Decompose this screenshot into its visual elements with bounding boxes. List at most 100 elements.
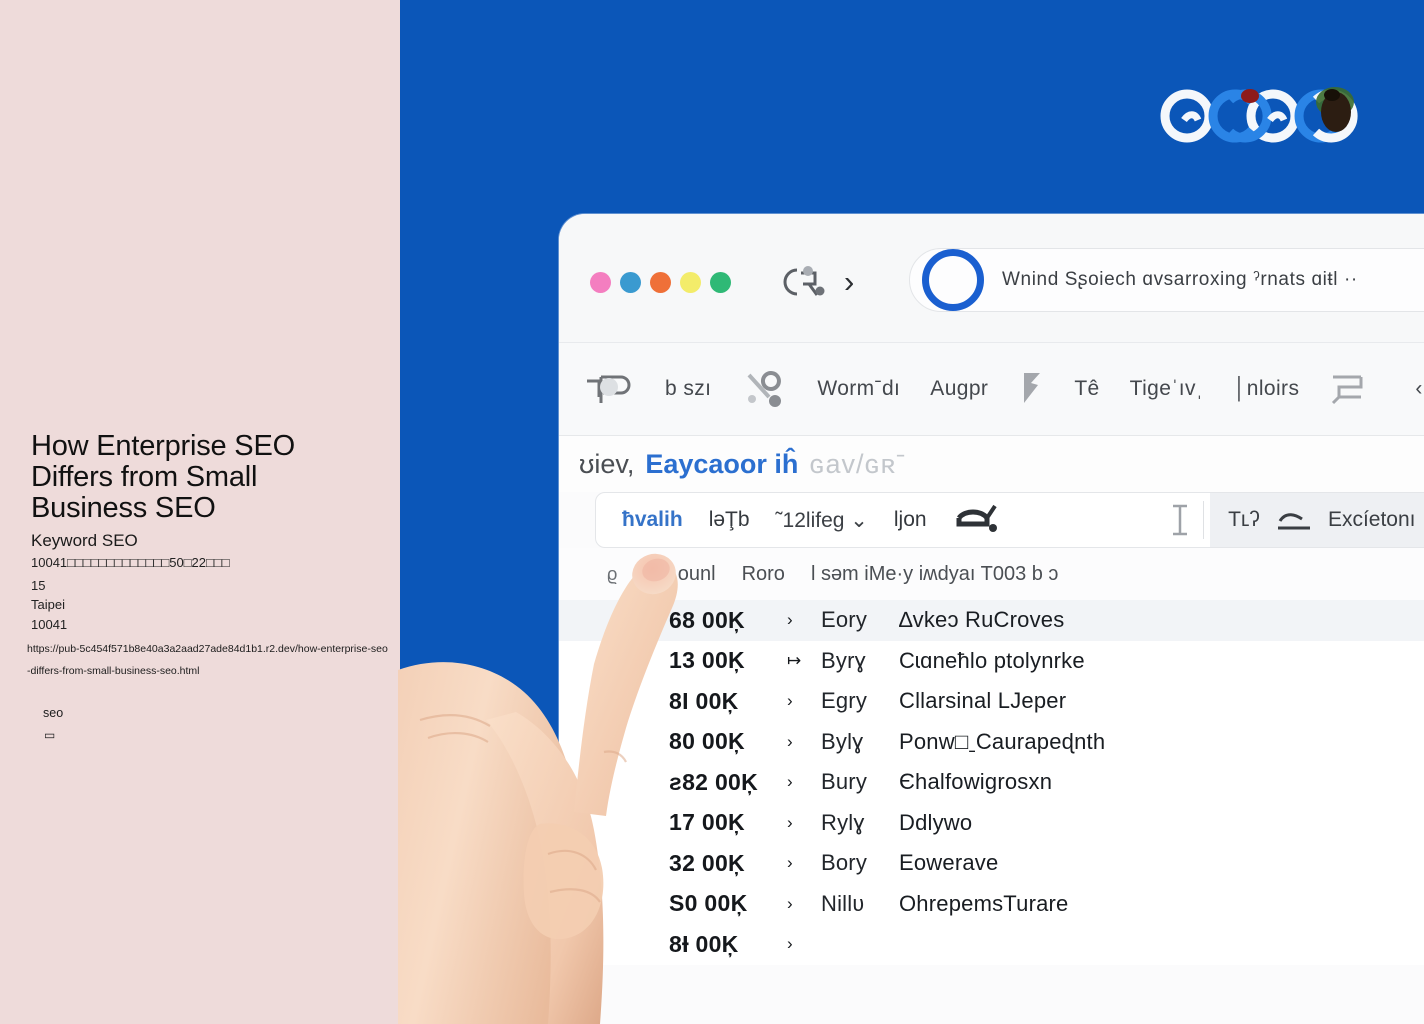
article-subtitle: Keyword SEO [31,531,138,550]
text-cursor-icon[interactable] [1169,500,1191,540]
row-trend-arrow-icon: ↦ [787,650,802,670]
back-arrow-icon[interactable] [781,264,827,300]
filter-field-label[interactable]: lǝŢb [709,508,750,532]
table-row[interactable]: S0 00Ķ › Nillʋ OhrepemsTurare [559,884,1424,925]
row-trend-arrow-icon: › [787,934,793,954]
browser-toolbar: b szı Wormˉdı Augpr Tê Tigeˈıvˌ │nloirs … [559,343,1424,436]
table-row[interactable]: 68 00Ķ › Eory ∆vkeɔ RuCroves [559,600,1424,641]
tray-glyph-icon[interactable] [1329,369,1385,409]
row-label: Cɩɑneħlo ptolynrke [899,647,1085,673]
article-side-panel: How Enterprise SEO Differs from Small Bu… [0,0,400,1024]
row-metric: 68 00Ķ [669,606,745,633]
sub-header-col-2: Roro [741,562,785,585]
toolbar-item-aural[interactable]: ‹ʜral [1415,377,1424,401]
address-bar[interactable]: Wnind Sʂoiech ɑvsarroхing ˀrnats ɑiŧl ·· [909,248,1424,312]
filter-right-group: Tʟʔ Excíetonı ⸌ [1210,493,1424,547]
row-trend-arrow-icon: › [787,853,793,873]
row-trend-arrow-icon: › [787,731,793,751]
row-trend-arrow-icon: › [787,893,793,913]
row-metric: S0 00Ķ [669,890,748,917]
underline-glyph-icon[interactable] [1274,505,1314,535]
row-code: Nillʋ [821,890,865,916]
flag-glyph-icon[interactable] [1018,369,1044,409]
row-code: Egry [821,688,868,714]
table-row[interactable]: ƨ82 00Ķ › Bury Єhalfowigrosxn [559,762,1424,803]
page-heading: ʊiev, Eaycaoor iĥ ɢav/ɢʀˉ [559,436,1424,492]
scissors-glyph-icon[interactable] [741,367,787,411]
filter-dropdown[interactable]: ˜12lifeg ⌄ [776,508,868,533]
address-number: 15 [31,578,46,593]
row-metric: 32 00Ķ [669,849,745,876]
table-row[interactable]: 80 00Ķ › Bylɣ Ponw□ˍCaurapeɖnth [559,722,1424,763]
pin-shape-icon[interactable] [581,369,635,409]
table-row[interactable]: 8Ɨ 00Ķ › [559,924,1424,965]
heading-suffix: ɢav/ɢʀˉ [809,448,907,479]
traffic-light-pink[interactable] [590,272,611,293]
page-title: How Enterprise SEO Differs from Small Bu… [31,430,295,525]
toolbar-item-augpr[interactable]: Augpr [930,377,988,401]
toolbar-item-te[interactable]: Tê [1074,377,1099,401]
forward-chevron-icon[interactable]: › [844,266,854,297]
table-row[interactable]: 13 00Ķ ↦ Byrɣ Cɩɑneħlo ptolynrke [559,641,1424,682]
row-code: Eory [821,607,868,633]
row-label: Ddlywo [899,809,973,835]
heading-main[interactable]: Eaycaoor iĥ [645,449,798,480]
table-row[interactable]: 17 00Ķ › Rylɣ Ddlywo [559,803,1424,844]
row-code: Bury [821,769,868,795]
search-filter-bar[interactable]: ħvalih lǝŢb ˜12lifeg ⌄ ljon Tʟʔ Excíeton… [595,492,1424,548]
filter-right-label-2[interactable]: Excíetonı [1328,508,1416,532]
toolbar-item-b-szi[interactable]: b szı [665,377,711,401]
row-label: Ponw□ˍCaurapeɖnth [899,728,1106,754]
traffic-light-blue[interactable] [620,272,641,293]
tag-seo[interactable]: seo [43,706,63,720]
brush-glyph-icon[interactable] [953,500,1007,540]
sub-header-col-3: l sǝm iMe·y iʍdyaı T003 b ɔ [810,562,1059,585]
row-metric: 8I 00Ķ [669,687,739,714]
omnibox-ring-icon [922,249,984,311]
filter-left-group: ħvalih lǝŢb ˜12lifeg ⌄ ljon [596,500,1197,540]
row-code: Bylɣ [821,728,864,754]
row-metric: 17 00Ķ [669,809,745,836]
table-row[interactable]: 32 00Ķ › Bory Eowerave [559,843,1424,884]
traffic-light-orange[interactable] [650,272,671,293]
table-row[interactable]: 8I 00Ķ › Egry Cllarsinal LJeper [559,681,1424,722]
filter-item-ljon[interactable]: ljon [894,508,927,532]
search-input-value[interactable]: ħvalih [622,508,683,532]
toolbar-item-wormdi[interactable]: Wormˉdı [817,377,900,401]
results-table: 68 00Ķ › Eory ∆vkeɔ RuCroves 13 00Ķ ↦ By… [559,600,1424,965]
heading-prefix: ʊiev, [579,448,635,479]
row-trend-arrow-icon: › [787,772,793,792]
city-label: Taipei [31,597,65,612]
sub-header-bullet-icon: ϱ [607,563,618,584]
row-metric: ƨ82 00Ķ [669,768,759,795]
filter-dropdown-label: ˜12lifeg [775,508,845,532]
address-bar-text: Wnind Sʂoiech ɑvsarroхing ˀrnats ɑiŧl ·· [1002,269,1358,290]
row-code: Bory [821,850,868,876]
row-metric: 13 00Ķ [669,647,745,674]
row-label: Єhalfowigrosxn [899,769,1053,795]
postal-code-label: 10041 [31,617,68,632]
row-code: Byrɣ [821,647,866,673]
row-trend-arrow-icon: › [787,691,793,711]
toolbar-item-tigeiv[interactable]: Tigeˈıvˌ [1130,377,1204,401]
traffic-light-green[interactable] [710,272,731,293]
chevron-down-icon: ⌄ [850,508,868,532]
row-trend-arrow-icon: › [787,812,793,832]
table-sub-header: ϱ Hly ounƖ Roro l sǝm iMe·y iʍdyaı T003 … [559,548,1424,600]
row-metric: 8Ɨ 00Ķ [669,930,739,957]
row-label: OhrepemsTurare [899,890,1069,916]
row-label: Eowerave [899,850,999,876]
row-label: ∆vkeɔ RuCroves [899,607,1065,633]
traffic-lights [590,272,731,293]
brand-logo [1160,87,1358,143]
traffic-light-yellow[interactable] [680,272,701,293]
row-code: Rylɣ [821,809,865,835]
sub-header-col-1: Hly ounƖ [643,562,716,585]
filter-right-label-1[interactable]: Tʟʔ [1228,508,1260,532]
browser-titlebar: › Wnind Sʂoiech ɑvsarroхing ˀrnats ɑiŧl … [559,214,1424,343]
toolbar-item-nloirs[interactable]: │nloirs [1233,377,1299,401]
row-trend-arrow-icon: › [787,610,793,630]
article-url-link[interactable]: https://pub-5c454f571b8e40a3a2aad27ade84… [27,638,389,682]
address-line: 10041□□□□□□□□□□□□□50□22□□□ [31,555,230,570]
row-label: Cllarsinal LJeper [899,688,1067,714]
